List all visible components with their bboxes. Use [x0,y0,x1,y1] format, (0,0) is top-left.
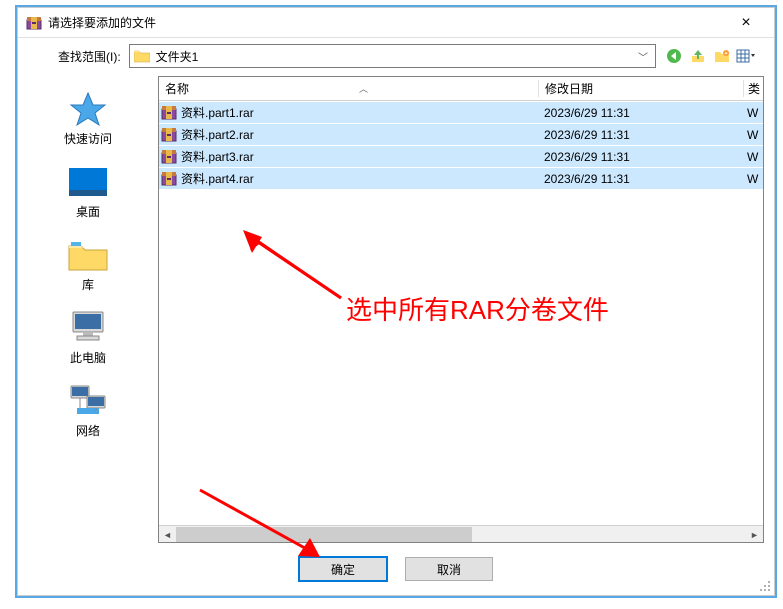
file-row[interactable]: 资料.part2.rar2023/6/29 11:31W [159,123,763,145]
chevron-down-icon: ﹀ [635,49,651,64]
winrar-icon [26,15,42,31]
file-date: 2023/6/29 11:31 [538,150,743,164]
place-libraries[interactable]: 库 [58,232,118,297]
path-label: 查找范围(I): [58,48,121,65]
column-type[interactable]: 类 [743,80,763,97]
back-icon[interactable] [664,46,684,66]
sort-indicator-icon: ︿ [359,82,368,95]
scroll-left-icon[interactable]: ◄ [159,526,176,543]
path-row: 查找范围(I): 文件夹1 ﹀ ✦ [18,38,774,74]
rar-icon [159,105,179,121]
dialog-buttons: 确定 取消 [18,549,774,595]
up-icon[interactable] [688,46,708,66]
file-row[interactable]: 资料.part4.rar2023/6/29 11:31W [159,167,763,189]
path-current: 文件夹1 [156,48,635,65]
file-date: 2023/6/29 11:31 [538,106,743,120]
window-title: 请选择要添加的文件 [48,14,726,31]
view-menu-icon[interactable] [736,46,756,66]
toolbar-icons: ✦ [664,46,756,66]
column-date[interactable]: 修改日期 [538,80,743,97]
file-date: 2023/6/29 11:31 [538,172,743,186]
file-date: 2023/6/29 11:31 [538,128,743,142]
file-type: W [743,106,763,120]
file-name: 资料.part2.rar [179,126,538,143]
place-thispc[interactable]: 此电脑 [58,305,118,370]
path-combo[interactable]: 文件夹1 ﹀ [129,44,656,68]
file-row[interactable]: 资料.part1.rar2023/6/29 11:31W [159,101,763,123]
place-label: 网络 [76,422,100,439]
scroll-thumb[interactable] [176,527,472,542]
place-label: 此电脑 [70,349,106,366]
desktop-icon [66,163,110,201]
file-rows: 资料.part1.rar2023/6/29 11:31W资料.part2.rar… [159,101,763,525]
file-row[interactable]: 资料.part3.rar2023/6/29 11:31W [159,145,763,167]
file-type: W [743,172,763,186]
place-label: 快速访问 [64,130,112,147]
titlebar: 请选择要添加的文件 × [18,8,774,38]
file-type: W [743,150,763,164]
places-bar: 快速访问 桌面 库 此电脑 网络 [18,74,158,549]
resize-grip-icon[interactable] [758,579,772,593]
network-icon [66,382,110,420]
close-button[interactable]: × [726,9,766,37]
file-list: 名称 ︿ 修改日期 类 资料.part1.rar2023/6/29 11:31W… [158,76,764,543]
svg-text:✦: ✦ [724,51,728,57]
main-area: 快速访问 桌面 库 此电脑 网络 名称 ︿ [18,74,774,549]
pc-icon [66,309,110,347]
cancel-button[interactable]: 取消 [405,557,493,581]
place-desktop[interactable]: 桌面 [58,159,118,224]
file-name: 资料.part3.rar [179,148,538,165]
ok-button[interactable]: 确定 [299,557,387,581]
horizontal-scrollbar[interactable]: ◄ ► [159,525,763,542]
scroll-right-icon[interactable]: ► [746,526,763,543]
place-quickaccess[interactable]: 快速访问 [56,86,120,151]
folder-icon [134,49,150,63]
star-icon [66,90,110,128]
rar-icon [159,149,179,165]
column-name[interactable]: 名称 ︿ [159,80,538,97]
rar-icon [159,171,179,187]
file-type: W [743,128,763,142]
column-headers[interactable]: 名称 ︿ 修改日期 类 [159,77,763,101]
file-dialog: 请选择要添加的文件 × 查找范围(I): 文件夹1 ﹀ ✦ 快速访问 [17,7,775,596]
place-label: 桌面 [76,203,100,220]
place-label: 库 [82,276,94,293]
libraries-icon [66,236,110,274]
file-name: 资料.part1.rar [179,104,538,121]
place-network[interactable]: 网络 [58,378,118,443]
rar-icon [159,127,179,143]
file-name: 资料.part4.rar [179,170,538,187]
column-name-label: 名称 [165,80,189,97]
new-folder-icon[interactable]: ✦ [712,46,732,66]
